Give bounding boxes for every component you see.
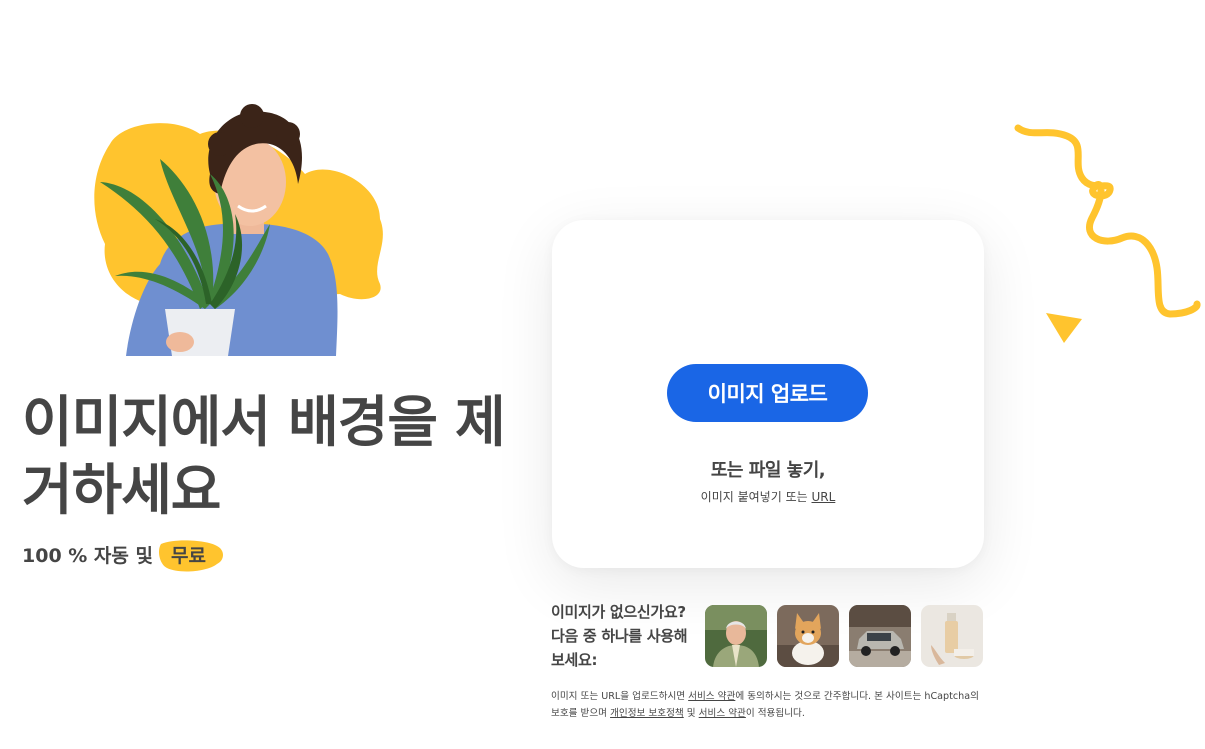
sample-man-portrait[interactable] <box>705 605 767 667</box>
terms-text-1: 이미지 또는 URL을 업로드하시면 <box>551 691 689 702</box>
free-label: 무료 <box>170 544 206 567</box>
terms-notice: 이미지 또는 URL을 업로드하시면 서비스 약관에 동의하시는 것으로 간주합… <box>551 688 987 722</box>
upload-image-button[interactable]: 이미지 업로드 <box>667 364 868 422</box>
corgi-dog-icon <box>777 605 839 667</box>
terms-of-service-link[interactable]: 서비스 약관 <box>688 691 735 702</box>
sample-cosmetics[interactable] <box>921 605 983 667</box>
paste-hint: 이미지 붙여넣기 또는 URL <box>552 488 984 505</box>
sample-prompt: 이미지가 없으신가요? 다음 중 하나를 사용해 보세요: <box>551 603 688 669</box>
sample-images <box>705 605 983 667</box>
paste-text: 이미지 붙여넣기 또는 <box>700 490 808 504</box>
hcaptcha-terms-link[interactable]: 서비스 약관 <box>699 708 746 719</box>
page-title: 이미지에서 배경을 제거하세요 <box>22 390 506 522</box>
subtitle: 100 % 자동 및 무료 <box>22 537 223 571</box>
drop-file-text: 또는 파일 놓기, <box>710 460 826 481</box>
hero-illustration <box>60 104 390 356</box>
free-highlight: 무료 <box>157 539 223 571</box>
squiggle-decoration <box>1012 118 1205 324</box>
subtitle-prefix: 100 % 자동 및 <box>22 544 153 567</box>
url-link[interactable]: URL <box>812 490 836 504</box>
upload-dropzone[interactable]: 이미지 업로드 또는 파일 놓기, 이미지 붙여넣기 또는 URL <box>552 220 984 568</box>
cosmetics-bottle-icon <box>921 605 983 667</box>
sample-car[interactable] <box>849 605 911 667</box>
car-icon <box>849 605 911 667</box>
man-portrait-icon <box>705 605 767 667</box>
terms-text-4: 이 적용됩니다. <box>745 708 805 719</box>
triangle-decoration <box>1046 313 1082 345</box>
sample-corgi-dog[interactable] <box>777 605 839 667</box>
privacy-policy-link[interactable]: 개인정보 보호정책 <box>610 708 684 719</box>
terms-text-3: 및 <box>683 708 699 719</box>
